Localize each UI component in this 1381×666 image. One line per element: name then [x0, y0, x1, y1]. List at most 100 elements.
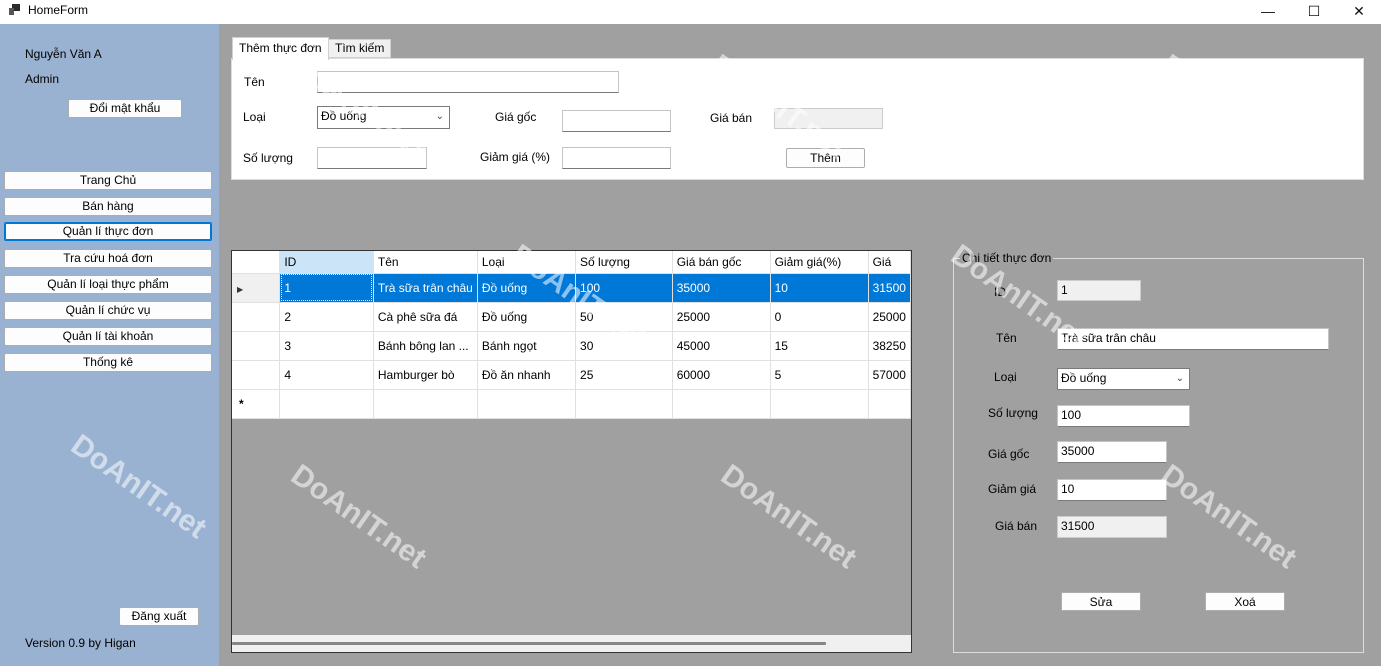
version-label: Version 0.9 by Higan — [25, 636, 136, 650]
table-cell[interactable]: Đồ ăn nhanh — [477, 360, 577, 390]
logout-button[interactable]: Đăng xuất — [119, 607, 199, 626]
table-cell[interactable]: 38250 — [868, 331, 911, 361]
detail-cost-input[interactable]: 35000 — [1057, 441, 1167, 463]
add-cost-input[interactable] — [562, 110, 671, 132]
menu-table: ID Tên Loại Số lượng Giá bán gốc Giảm gi… — [232, 251, 911, 419]
table-cell[interactable] — [770, 389, 869, 419]
table-cell[interactable] — [279, 389, 374, 419]
add-name-input[interactable] — [317, 71, 619, 93]
minimize-button[interactable]: — — [1245, 0, 1291, 24]
detail-cost-label: Giá gốc — [988, 447, 1030, 461]
detail-type-label: Loại — [994, 370, 1017, 384]
menu-accounts-button[interactable]: Quản lí tài khoản — [4, 327, 212, 346]
row-header[interactable]: * — [232, 389, 281, 419]
current-row-arrow-icon: ▶ — [237, 284, 244, 294]
edit-button[interactable]: Sửa — [1061, 592, 1141, 611]
detail-qty-input[interactable]: 100 — [1057, 405, 1190, 427]
row-header[interactable] — [232, 331, 281, 361]
table-cell[interactable]: 25 — [575, 360, 673, 390]
menu-invoice-lookup-button[interactable]: Tra cứu hoá đơn — [4, 249, 212, 268]
table-cell[interactable]: 60000 — [672, 360, 771, 390]
table-cell[interactable]: 57000 — [868, 360, 911, 390]
add-discount-label: Giảm giá (%) — [480, 150, 551, 164]
table-row[interactable]: 3 Bánh bông lan ... Bánh ngọt 30 45000 1… — [232, 331, 911, 361]
sidebar: Nguyễn Văn A Admin Đổi mật khẩu Trang Ch… — [0, 24, 219, 666]
tab-search[interactable]: Tìm kiếm — [328, 39, 392, 58]
table-cell[interactable]: 2 — [279, 302, 374, 332]
row-header-corner — [232, 251, 281, 274]
maximize-button[interactable]: ☐ — [1291, 0, 1337, 24]
add-button[interactable]: Thêm — [786, 148, 865, 168]
chevron-down-icon: ⌄ — [435, 111, 444, 122]
column-header-type[interactable]: Loại — [477, 251, 577, 274]
table-cell[interactable] — [672, 389, 771, 419]
detail-type-dropdown[interactable]: Đồ uống ⌄ — [1057, 368, 1190, 390]
detail-price-label: Giá bán — [995, 519, 1038, 533]
new-table-row[interactable]: * — [232, 389, 911, 419]
close-button[interactable]: ✕ — [1336, 0, 1381, 24]
table-cell[interactable]: 31500 — [868, 273, 911, 303]
app-icon — [9, 4, 20, 15]
add-qty-input[interactable] — [317, 147, 427, 169]
tab-add-menu[interactable]: Thêm thực đơn — [232, 37, 329, 60]
table-cell[interactable]: 4 — [279, 360, 374, 390]
table-cell[interactable]: Bánh bông lan ... — [373, 331, 478, 361]
table-cell[interactable] — [373, 389, 478, 419]
menu-home-button[interactable]: Trang Chủ — [4, 171, 212, 190]
table-cell[interactable]: 100 — [575, 273, 673, 303]
scrollbar-thumb[interactable] — [232, 642, 826, 645]
user-role: Admin — [25, 72, 60, 86]
table-cell[interactable]: Đồ uống — [477, 302, 577, 332]
table-cell[interactable]: 35000 — [672, 273, 771, 303]
table-cell[interactable]: 3 — [279, 331, 374, 361]
add-qty-label: Số lượng — [243, 151, 293, 165]
column-header-id[interactable]: ID — [279, 251, 374, 274]
add-discount-input[interactable] — [562, 147, 671, 169]
table-cell[interactable] — [477, 389, 577, 419]
table-cell[interactable] — [868, 389, 911, 419]
table-cell[interactable]: Hamburger bò — [373, 360, 478, 390]
menu-food-category-button[interactable]: Quản lí loại thực phẩm — [4, 275, 212, 294]
table-cell[interactable] — [575, 389, 673, 419]
table-cell[interactable]: 30 — [575, 331, 673, 361]
menu-manage-menu-button[interactable]: Quản lí thực đơn — [4, 222, 212, 241]
table-cell[interactable]: 0 — [770, 302, 869, 332]
table-cell[interactable]: 50 — [575, 302, 673, 332]
table-row[interactable]: 4 Hamburger bò Đồ ăn nhanh 25 60000 5 57… — [232, 360, 911, 390]
table-cell[interactable]: 25000 — [672, 302, 771, 332]
menu-statistics-button[interactable]: Thống kê — [4, 353, 212, 372]
row-header[interactable] — [232, 302, 281, 332]
detail-discount-label: Giảm giá — [988, 482, 1037, 496]
table-cell[interactable]: 5 — [770, 360, 869, 390]
table-cell[interactable]: Trà sữa trân châu — [373, 273, 478, 303]
table-row[interactable]: 2 Cà phê sữa đá Đồ uống 50 25000 0 25000 — [232, 302, 911, 332]
detail-discount-input[interactable]: 10 — [1057, 479, 1167, 501]
new-row-icon: * — [239, 396, 244, 411]
chevron-down-icon: ⌄ — [1175, 373, 1184, 384]
menu-positions-button[interactable]: Quản lí chức vụ — [4, 301, 212, 320]
table-cell[interactable]: Cà phê sữa đá — [373, 302, 478, 332]
table-cell[interactable]: Đồ uống — [477, 273, 577, 303]
row-header[interactable]: ▶ — [232, 273, 281, 303]
detail-name-label: Tên — [996, 331, 1017, 345]
column-header-qty[interactable]: Số lượng — [575, 251, 673, 274]
menu-sales-button[interactable]: Bán hàng — [4, 197, 212, 216]
column-header-price[interactable]: Giá — [868, 251, 911, 274]
table-cell[interactable]: 15 — [770, 331, 869, 361]
table-cell[interactable]: 10 — [770, 273, 869, 303]
column-header-discount[interactable]: Giảm giá(%) — [770, 251, 869, 274]
add-type-dropdown[interactable]: Đồ uống ⌄ — [317, 106, 450, 129]
table-cell[interactable]: 1 — [279, 273, 374, 303]
row-header[interactable] — [232, 360, 281, 390]
change-password-button[interactable]: Đổi mật khẩu — [68, 99, 182, 118]
detail-name-input[interactable]: Trà sữa trân châu — [1057, 328, 1329, 350]
menu-data-grid[interactable]: ID Tên Loại Số lượng Giá bán gốc Giảm gi… — [231, 250, 912, 653]
table-cell[interactable]: Bánh ngọt — [477, 331, 577, 361]
column-header-cost[interactable]: Giá bán gốc — [672, 251, 771, 274]
table-cell[interactable]: 45000 — [672, 331, 771, 361]
horizontal-scrollbar[interactable] — [232, 635, 911, 652]
table-cell[interactable]: 25000 — [868, 302, 911, 332]
delete-button[interactable]: Xoá — [1205, 592, 1285, 611]
column-header-name[interactable]: Tên — [373, 251, 478, 274]
table-row[interactable]: ▶ 1 Trà sữa trân châu Đồ uống 100 35000 … — [232, 273, 911, 303]
